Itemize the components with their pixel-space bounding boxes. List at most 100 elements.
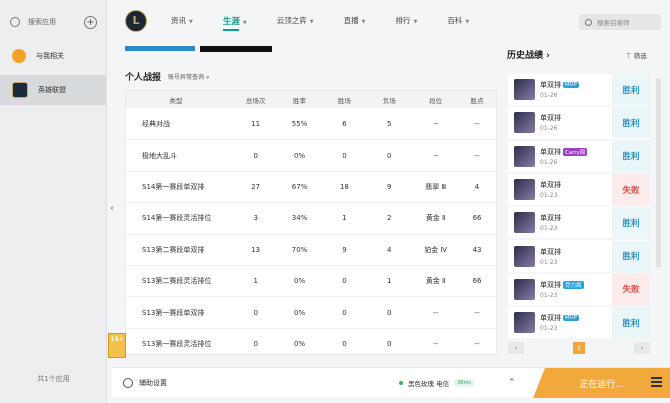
table-row[interactable]: S14第一赛段灵活排位 3 34% 1 2 黄金 Ⅱ 66 — [126, 202, 496, 233]
game-date: 01-23 — [540, 225, 558, 233]
table-row[interactable]: S13第一赛段单双排 0 0% 0 0 -- -- — [126, 296, 496, 327]
table-cell: 0 — [253, 308, 258, 317]
performance-tag: 尽力局 — [563, 280, 584, 289]
game-date: 01-26 — [540, 158, 558, 166]
table-cell: 0 — [342, 308, 347, 317]
history-item[interactable]: 单双排 01-23 胜利 — [508, 240, 650, 272]
sidebar-item-related[interactable]: 与我相关 — [0, 41, 106, 71]
history-item[interactable]: 单双排 01-23 失败 — [508, 173, 650, 206]
next-page-button[interactable]: › — [634, 342, 650, 354]
history-item[interactable]: 单双排 Carry局 01-26 胜利 — [508, 140, 650, 172]
tab-news[interactable]: 资讯 ▼ — [171, 15, 193, 27]
champion-avatar — [514, 79, 535, 101]
game-mode: 单双排 — [540, 214, 561, 223]
game-mode: 单双排 — [540, 147, 561, 156]
history-item[interactable]: 单双排 MVP 01-26 胜利 — [508, 74, 650, 106]
table-row[interactable]: S13第一赛段灵活排位 0 0% 0 0 -- -- — [126, 327, 496, 354]
table-cell: 5 — [387, 119, 392, 128]
table-cell: S13第一赛段单双排 — [142, 308, 205, 317]
table-cell: 0 — [387, 308, 392, 317]
ping-badge: 38ms — [454, 378, 474, 387]
game-mode: 单双排 — [540, 247, 561, 256]
performance-tag: MVP — [563, 315, 579, 322]
table-cell: S13第二赛段单双排 — [142, 245, 205, 254]
history-item[interactable]: 单双排 MVP 01-23 胜利 — [508, 307, 650, 339]
tab-wiki[interactable]: 百科 ▼ — [447, 15, 469, 27]
top-navigation: L 资讯 ▼ 生涯 ▼ 云顶之弈 ▼ 直播 ▼ 排行 ▼ 百科 ▼ 搜索召唤师 — [118, 0, 670, 42]
table-cell: -- — [474, 119, 480, 128]
table-cell: S14第一赛段单双排 — [142, 182, 205, 191]
table-cell: 18 — [339, 182, 349, 191]
table-cell: 1 — [342, 214, 347, 223]
sidebar-item-lol[interactable]: 英雄联盟 — [0, 75, 106, 105]
table-cell: 13 — [251, 245, 261, 254]
table-cell: 34% — [291, 214, 308, 223]
filter-button[interactable]: ⊤ 筛选 — [626, 50, 647, 60]
chevron-up-icon[interactable]: ⌃ — [508, 378, 516, 388]
history-item[interactable]: 单双排 01-26 胜利 — [508, 107, 650, 139]
search-icon — [10, 17, 20, 27]
performance-tag: Carry局 — [563, 147, 588, 156]
table-cell: 55% — [291, 119, 308, 128]
table-cell: -- — [474, 308, 480, 317]
table-row[interactable]: S13第二赛段单双排 13 70% 9 4 铂金 Ⅳ 43 — [126, 233, 496, 265]
champion-avatar — [514, 312, 535, 334]
summoner-search-input[interactable]: 搜索召唤师 — [579, 14, 661, 30]
table-cell: 70% — [291, 245, 308, 254]
champion-avatar — [514, 179, 535, 201]
tab-live[interactable]: 直播 ▼ — [344, 15, 366, 27]
table-cell: 0 — [253, 151, 258, 160]
table-row[interactable]: 极地大乱斗 0 0% 0 0 -- -- — [126, 139, 496, 170]
table-row[interactable]: S14第一赛段单双排 27 67% 18 9 翡翠 Ⅲ 4 — [126, 170, 496, 202]
app-search[interactable]: 搜索应用 + — [10, 14, 97, 30]
result-badge: 胜利 — [612, 140, 650, 172]
table-cell: 0 — [342, 277, 347, 286]
table-cell: 经典对战 — [142, 119, 170, 128]
table-cell: S13第一赛段灵活排位 — [142, 339, 212, 348]
history-title[interactable]: 历史战绩 › — [507, 48, 550, 61]
menu-icon[interactable] — [651, 377, 662, 387]
history-list: 单双排 MVP 01-26 胜利 单双排 01-26 胜利 单双排 Carry局 01-26 胜利单… — [508, 74, 650, 342]
table-cell: 0 — [342, 151, 347, 160]
sidebar: 搜索应用 + 与我相关 英雄联盟 共1个应用 — [0, 0, 107, 403]
chevron-down-icon: ▼ — [361, 19, 366, 25]
table-cell: 0 — [342, 339, 347, 348]
game-mode: 单双排 — [540, 181, 561, 190]
table-cell: 66 — [472, 277, 482, 286]
account-check-link[interactable]: 账号异常查询 » — [168, 72, 210, 81]
assist-settings-button[interactable]: 辅助设置 — [123, 377, 167, 388]
tab-rank[interactable]: 排行 ▼ — [395, 15, 417, 27]
table-cell: -- — [474, 151, 480, 160]
tab-tft[interactable]: 云顶之弈 ▼ — [277, 15, 314, 27]
champion-avatar — [514, 278, 535, 300]
table-row[interactable]: S13第二赛段灵活排位 1 0% 0 1 黄金 Ⅱ 66 — [126, 264, 496, 296]
server-status[interactable]: 黑色玫瑰 电信 38ms — [399, 378, 474, 388]
app-count: 共1个应用 — [37, 375, 70, 383]
chevron-down-icon: ▼ — [242, 20, 247, 26]
table-row[interactable]: 经典对战 11 55% 6 5 -- -- — [126, 108, 496, 139]
running-button[interactable]: 正在运行... — [533, 368, 670, 398]
add-app-button[interactable]: + — [84, 15, 97, 29]
chevron-down-icon: ▼ — [413, 19, 418, 25]
table-cell: S14第一赛段灵活排位 — [142, 214, 212, 223]
collapse-sidebar-button[interactable]: ‹ — [107, 188, 117, 228]
table-cell: 2 — [387, 214, 392, 223]
champion-avatar — [514, 112, 535, 134]
history-item[interactable]: 单双排 01-23 胜利 — [508, 207, 650, 239]
tab-career[interactable]: 生涯 ▼ — [222, 15, 247, 31]
champion-avatar — [514, 212, 535, 234]
chevron-down-icon: ▼ — [465, 19, 470, 25]
table-cell: 铂金 Ⅳ — [424, 245, 447, 254]
gear-icon — [123, 377, 133, 388]
chevron-down-icon: ▼ — [189, 19, 193, 25]
search-icon — [585, 18, 592, 26]
scrollbar[interactable] — [656, 78, 661, 268]
history-item[interactable]: 单双排 尽力局 01-23 失败 — [508, 273, 650, 306]
table-cell: 67% — [291, 182, 308, 191]
prev-page-button[interactable]: ‹ — [508, 342, 524, 354]
result-badge: 胜利 — [612, 207, 650, 239]
page-number[interactable]: 1 — [573, 342, 585, 354]
table-cell: 翡翠 Ⅲ — [425, 182, 447, 191]
table-cell: 9 — [387, 182, 392, 191]
table-cell: 0% — [294, 151, 306, 160]
